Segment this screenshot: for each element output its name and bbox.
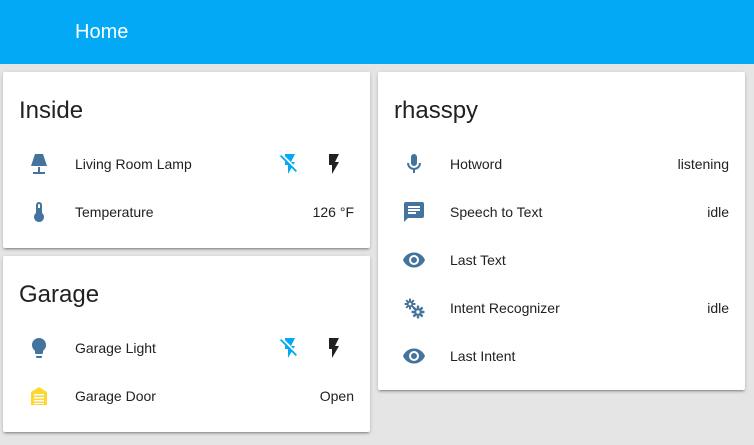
turn-off-button[interactable] bbox=[274, 332, 306, 364]
entity-row-garage-light[interactable]: Garage Light bbox=[3, 328, 370, 368]
card-title: rhasspy bbox=[394, 97, 479, 124]
entity-name: Hotword bbox=[450, 156, 503, 172]
lamp-icon bbox=[27, 152, 51, 176]
microphone-icon bbox=[402, 152, 426, 176]
flash-off-icon bbox=[280, 154, 297, 174]
turn-off-button[interactable] bbox=[274, 148, 306, 180]
card-inside: Inside Living Room Lamp Temperature 126 … bbox=[3, 72, 370, 248]
eye-icon bbox=[402, 344, 426, 368]
entity-row-last-intent[interactable]: Last Intent bbox=[378, 336, 745, 376]
entity-state: listening bbox=[677, 156, 729, 172]
entity-state: Open bbox=[319, 388, 354, 404]
entity-row-intent-recognizer[interactable]: Intent Recognizer idle bbox=[378, 288, 745, 328]
entity-row-living-room-lamp[interactable]: Living Room Lamp bbox=[3, 144, 370, 184]
lightbulb-icon bbox=[27, 336, 51, 360]
card-rhasspy: rhasspy Hotword listening Speech to Text… bbox=[378, 72, 745, 390]
turn-on-button[interactable] bbox=[318, 332, 350, 364]
card-title: Garage bbox=[19, 281, 100, 308]
entity-name: Speech to Text bbox=[450, 204, 543, 220]
flash-off-icon bbox=[280, 338, 297, 358]
flash-icon bbox=[329, 338, 339, 358]
entity-name: Garage Door bbox=[75, 388, 156, 404]
entity-name: Last Intent bbox=[450, 348, 516, 364]
eye-icon bbox=[402, 248, 426, 272]
entity-row-hotword[interactable]: Hotword listening bbox=[378, 144, 745, 184]
entity-name: Garage Light bbox=[75, 340, 156, 356]
card-garage: Garage Garage Light Garage Door Open bbox=[3, 256, 370, 432]
settings-icon bbox=[402, 296, 426, 320]
entity-state: 126 °F bbox=[312, 204, 354, 220]
app-toolbar: Home bbox=[0, 0, 754, 64]
entity-row-garage-door[interactable]: Garage Door Open bbox=[3, 376, 370, 416]
flash-icon bbox=[329, 154, 339, 174]
entity-state: idle bbox=[707, 204, 729, 220]
entity-row-speech-to-text[interactable]: Speech to Text idle bbox=[378, 192, 745, 232]
card-title: Inside bbox=[19, 97, 84, 124]
entity-name: Living Room Lamp bbox=[75, 156, 192, 172]
entity-name: Last Text bbox=[450, 252, 506, 268]
entity-row-last-text[interactable]: Last Text bbox=[378, 240, 745, 280]
entity-name: Temperature bbox=[75, 204, 154, 220]
garage-icon bbox=[27, 384, 51, 408]
message-text-icon bbox=[402, 200, 426, 224]
turn-on-button[interactable] bbox=[318, 148, 350, 180]
entity-state: idle bbox=[707, 300, 729, 316]
entity-name: Intent Recognizer bbox=[450, 300, 560, 316]
entity-row-temperature[interactable]: Temperature 126 °F bbox=[3, 192, 370, 232]
thermometer-icon bbox=[27, 200, 51, 224]
page-title: Home bbox=[75, 21, 129, 43]
